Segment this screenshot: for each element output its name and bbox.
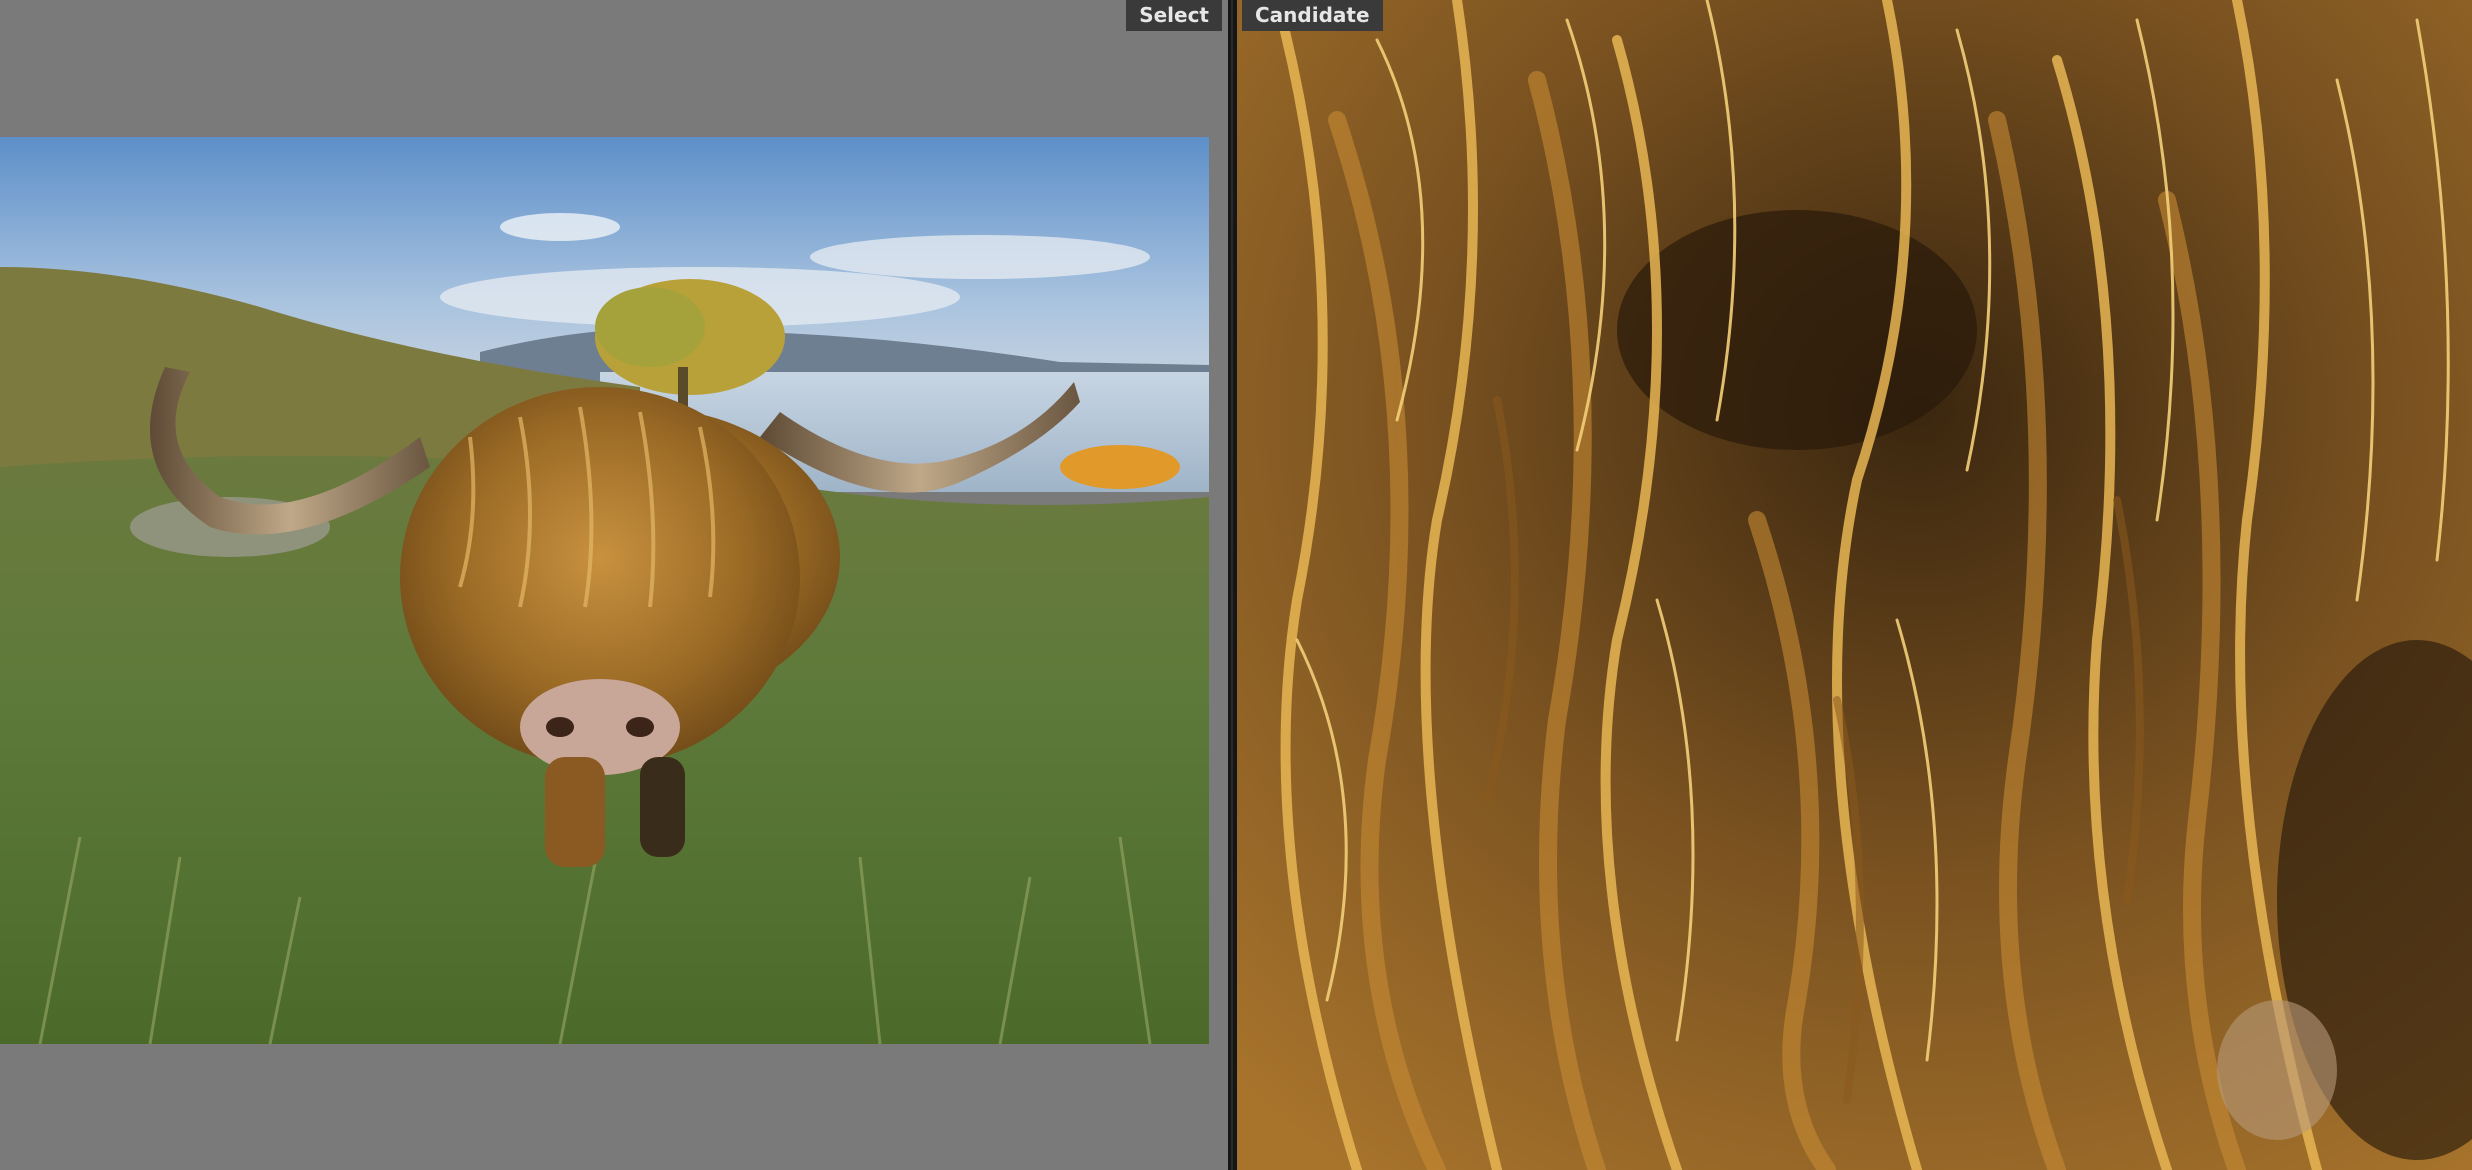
select-photo[interactable] [0,137,1209,1044]
candidate-photo[interactable] [1237,0,2472,1170]
select-pane[interactable]: Select [0,0,1228,1170]
candidate-label[interactable]: Candidate [1242,0,1383,31]
select-label[interactable]: Select [1126,0,1222,31]
compare-view: Select Candidate [0,0,2472,1170]
pane-divider[interactable] [1228,0,1237,1170]
candidate-pane[interactable]: Candidate [1237,0,2472,1170]
fur-closeup-photo [1237,0,2472,1170]
highland-cow-photo [0,137,1209,1044]
